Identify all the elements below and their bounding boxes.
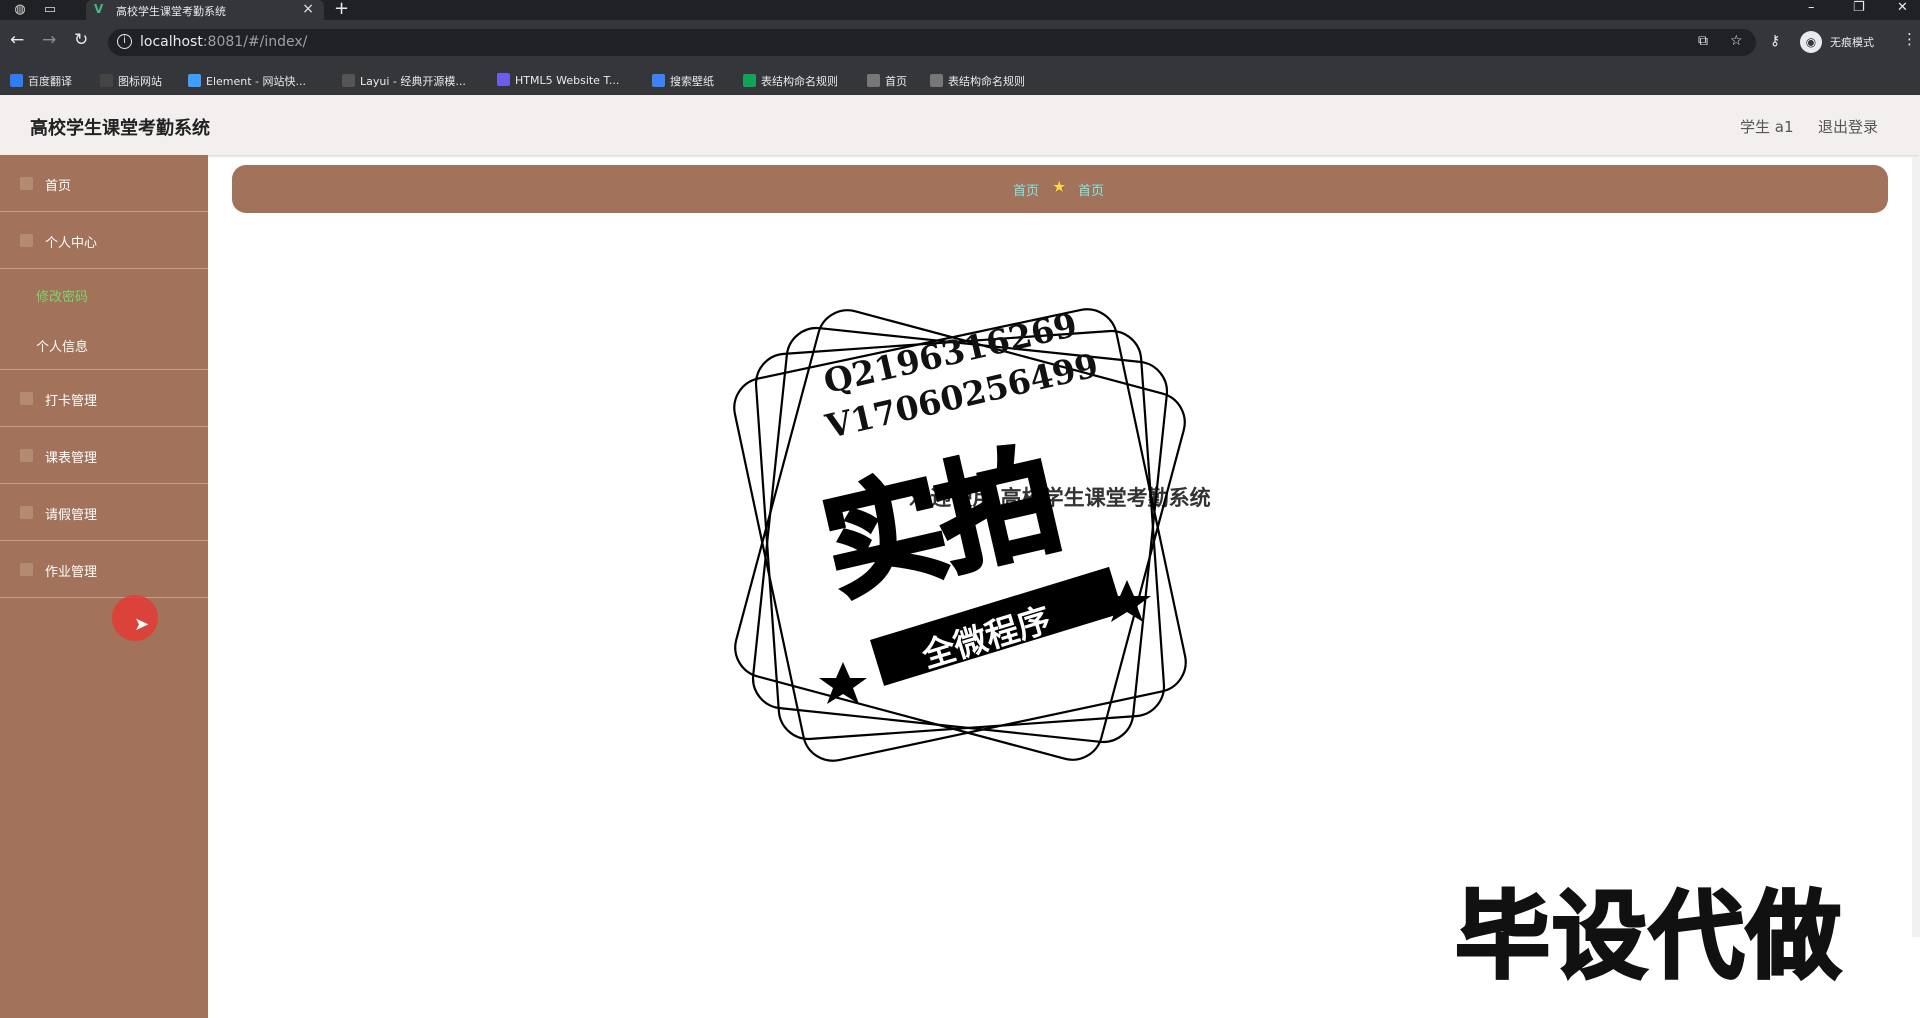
sidebar-item-leave[interactable]: 请假管理 xyxy=(0,484,208,541)
element-icon xyxy=(188,74,201,87)
site-info-icon[interactable]: i xyxy=(117,34,132,49)
browser-tab-strip: ◍ ▭ V 高校学生课堂考勤系统 × + – ❐ ✕ xyxy=(0,0,1920,20)
watermark-corner-text: 毕设代做 xyxy=(1453,881,1844,994)
homework-icon xyxy=(20,563,33,576)
sidebar-item-label: 课表管理 xyxy=(45,451,98,466)
mouse-cursor-icon: ➤ xyxy=(134,614,150,635)
bookmark-item[interactable]: 表结构命名规则 xyxy=(930,73,1025,89)
submenu-label: 个人信息 xyxy=(36,340,89,355)
user-icon xyxy=(20,234,33,247)
new-tab-button[interactable]: + xyxy=(334,0,349,18)
bookmark-label: Element - 网站快... xyxy=(206,75,306,88)
html5-icon xyxy=(497,73,510,86)
bookmark-label: HTML5 Website T... xyxy=(515,74,620,87)
logout-link[interactable]: 退出登录 xyxy=(1818,116,1878,137)
key-icon[interactable]: ⚷ xyxy=(1770,33,1780,49)
browser-tab-active[interactable]: V 高校学生课堂考勤系统 × xyxy=(86,0,324,20)
back-icon[interactable]: ← xyxy=(10,30,24,50)
incognito-label: 无痕模式 xyxy=(1830,36,1874,49)
bookmark-item[interactable]: 搜索壁纸 xyxy=(652,73,714,89)
bookmark-label: Layui - 经典开源模... xyxy=(360,75,466,88)
sidebar-item-label: 作业管理 xyxy=(45,565,98,580)
home-icon xyxy=(20,177,33,190)
schedule-icon xyxy=(20,449,33,462)
globe-icon xyxy=(930,74,943,87)
bookmark-item[interactable]: 首页 xyxy=(867,73,907,89)
sidebar-item-label: 请假管理 xyxy=(45,508,98,523)
leave-icon xyxy=(20,506,33,519)
page-scrollbar[interactable] xyxy=(1912,157,1920,937)
bookmark-star-icon[interactable]: ☆ xyxy=(1730,33,1743,49)
close-tab-icon[interactable]: × xyxy=(302,1,314,17)
translate-icon xyxy=(10,74,23,87)
address-bar[interactable]: i localhost:8081/#/index/ ⧉ ☆ xyxy=(108,29,1756,56)
flag-icon xyxy=(100,74,113,87)
layui-icon xyxy=(342,74,355,87)
bookmark-item[interactable]: 百度翻译 xyxy=(10,73,72,89)
sidebar-item-home[interactable]: 首页 xyxy=(0,155,208,212)
restore-icon[interactable]: ❐ xyxy=(1853,0,1865,15)
current-user: 学生 a1 xyxy=(1740,118,1794,136)
close-window-icon[interactable]: ✕ xyxy=(1897,0,1908,15)
bookmark-label: 表结构命名规则 xyxy=(761,75,838,88)
vue-favicon-icon: V xyxy=(94,2,104,16)
bookmark-label: 首页 xyxy=(885,75,907,88)
sidebar-item-checkin[interactable]: 打卡管理 xyxy=(0,370,208,427)
reload-icon[interactable]: ↻ xyxy=(74,30,88,50)
sidebar-item-label: 个人中心 xyxy=(45,236,98,251)
submenu-label: 修改密码 xyxy=(36,290,89,305)
bookmark-label: 表结构命名规则 xyxy=(948,75,1025,88)
bookmark-item[interactable]: HTML5 Website T... xyxy=(497,73,619,87)
tab-search-icon[interactable]: ▭ xyxy=(42,2,58,18)
sidebar-item-homework[interactable]: 作业管理 xyxy=(0,541,208,598)
sidebar-item-label: 打卡管理 xyxy=(45,394,98,409)
submenu-change-password[interactable]: 修改密码 xyxy=(0,269,208,319)
globe-icon[interactable]: ◍ xyxy=(12,2,28,18)
forward-icon[interactable]: → xyxy=(42,30,56,50)
checkin-icon xyxy=(20,392,33,405)
breadcrumb: 首页 ★ 首页 xyxy=(232,165,1888,213)
bookmark-label: 图标网站 xyxy=(118,75,162,88)
breadcrumb-home-link[interactable]: 首页 xyxy=(1013,180,1039,199)
sidebar-item-personal-center[interactable]: 个人中心 xyxy=(0,212,208,269)
bookmark-label: 搜索壁纸 xyxy=(670,75,714,88)
tab-title: 高校学生课堂考勤系统 xyxy=(116,5,226,18)
browser-menu-icon[interactable]: ⋮ xyxy=(1902,30,1917,48)
bookmark-item[interactable]: Layui - 经典开源模... xyxy=(342,73,466,89)
top-nav: 高校学生课堂考勤系统 学生 a1 退出登录 xyxy=(0,95,1920,155)
wallpaper-icon xyxy=(652,74,665,87)
sidebar: 首页 个人中心 修改密码 个人信息 打卡管理 课表管理 请假管理 作业管理 xyxy=(0,155,208,1018)
bookmark-item[interactable]: 图标网站 xyxy=(100,73,162,89)
globe-icon xyxy=(867,74,880,87)
translate-icon[interactable]: ⧉ xyxy=(1698,33,1708,49)
breadcrumb-current: 首页 xyxy=(1078,184,1105,199)
bookmark-item[interactable]: Element - 网站快... xyxy=(188,73,306,89)
sheet-icon xyxy=(743,74,756,87)
sidebar-item-label: 首页 xyxy=(45,179,72,194)
url-text: localhost:8081/#/index/ xyxy=(140,34,308,50)
browser-toolbar: ← → ↻ i localhost:8081/#/index/ ⧉ ☆ ⚷ ◉ … xyxy=(0,20,1920,65)
stamp-star-left xyxy=(819,662,867,704)
submenu-personal-info[interactable]: 个人信息 xyxy=(0,319,208,370)
bookmarks-bar: 百度翻译 图标网站 Element - 网站快... Layui - 经典开源模...… xyxy=(0,65,1920,95)
bookmark-label: 百度翻译 xyxy=(28,75,72,88)
app-title: 高校学生课堂考勤系统 xyxy=(30,118,210,139)
bookmark-item[interactable]: 表结构命名规则 xyxy=(743,73,838,89)
incognito-icon[interactable]: ◉ xyxy=(1800,31,1822,53)
star-icon: ★ xyxy=(1052,177,1067,196)
sidebar-item-schedule[interactable]: 课表管理 xyxy=(0,427,208,484)
minimize-icon[interactable]: – xyxy=(1808,0,1815,15)
